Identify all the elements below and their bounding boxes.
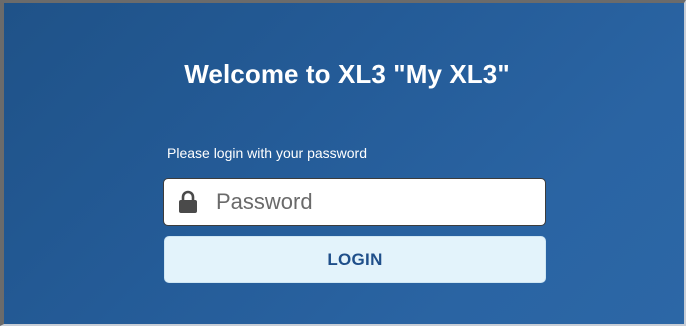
login-prompt: Please login with your password [167, 145, 367, 161]
login-page: Welcome to XL3 "My XL3" Please login wit… [0, 0, 686, 326]
password-field-container[interactable] [163, 178, 546, 226]
lock-icon [179, 190, 197, 213]
login-button[interactable]: LOGIN [164, 236, 546, 283]
password-input[interactable] [216, 179, 536, 225]
page-title: Welcome to XL3 "My XL3" [184, 59, 510, 89]
